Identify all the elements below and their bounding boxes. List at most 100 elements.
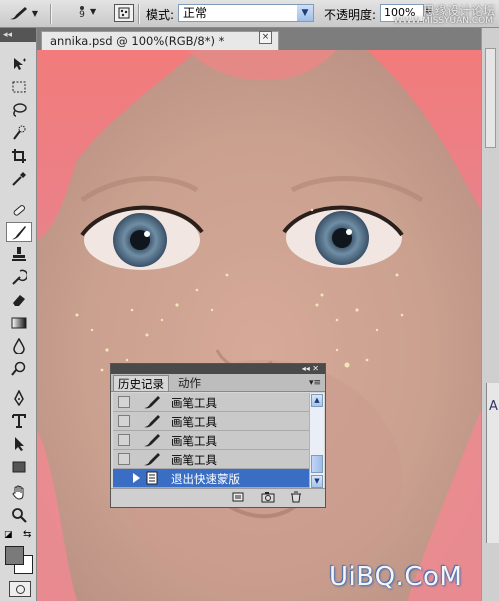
history-source-checkbox[interactable] (118, 396, 130, 408)
stamp-icon (12, 247, 26, 261)
foreground-color-swatch[interactable] (5, 546, 24, 565)
type-tool[interactable] (6, 411, 32, 431)
brush-icon (144, 434, 160, 447)
type-t-icon (12, 414, 26, 428)
gradient-tool[interactable] (6, 313, 32, 333)
lasso-icon (13, 103, 27, 117)
hand-tool[interactable] (6, 482, 32, 502)
clone-stamp-tool[interactable] (6, 244, 32, 264)
document-title: annika.psd @ 100%(RGB/8*) * (50, 34, 225, 48)
eraser-tool[interactable] (6, 290, 32, 310)
history-list: 画笔工具 画笔工具 画笔工具 画笔工具 退出快速蒙版 (113, 393, 309, 489)
history-brush-tool[interactable] (6, 267, 32, 287)
lasso-tool[interactable] (6, 100, 32, 120)
separator (50, 4, 52, 24)
chevron-down-icon: ▼ (297, 5, 313, 21)
toolbox-grip[interactable]: ◂◂ (0, 28, 36, 42)
opacity-label: 不透明度: (324, 8, 377, 22)
history-panel-titlebar[interactable]: ◂◂ ✕ (111, 364, 325, 374)
toolbox: ◂◂ ◪ ⇆ (0, 28, 37, 601)
document-tab[interactable]: annika.psd @ 100%(RGB/8*) * (41, 31, 279, 50)
separator (138, 4, 140, 24)
quick-selection-tool[interactable] (6, 123, 32, 143)
tab-actions[interactable]: 动作 (174, 375, 205, 391)
watermark-top-url: WWW.MISSYUAN.COM (393, 16, 493, 26)
bandage-icon (13, 205, 26, 216)
brush-icon (12, 226, 26, 240)
document-canvas[interactable]: UiBQ.CoM (37, 50, 481, 601)
portrait-photo (37, 50, 481, 601)
crop-icon (12, 149, 26, 163)
eyedropper-tool[interactable] (6, 169, 32, 189)
dodge-tool[interactable] (6, 359, 32, 379)
quick-mask-icon (146, 471, 158, 485)
panel-menu-icon[interactable]: ▾≡ (309, 378, 321, 388)
history-state-selected[interactable]: 退出快速蒙版 (113, 469, 309, 488)
move-tool[interactable] (6, 54, 32, 74)
quick-selection-icon (13, 125, 26, 140)
pen-tool[interactable] (6, 388, 32, 408)
history-state-label: 画笔工具 (171, 396, 217, 410)
dodge-icon (11, 361, 26, 376)
brush-tool[interactable] (6, 222, 32, 242)
blend-mode-select[interactable]: 正常 ▼ (178, 4, 314, 22)
move-icon (14, 58, 26, 70)
camera-snapshot-icon[interactable] (261, 491, 275, 503)
mode-label: 模式: (146, 8, 175, 22)
history-state-label: 画笔工具 (171, 453, 217, 467)
history-source-checkbox[interactable] (118, 434, 130, 446)
history-source-checkbox[interactable] (118, 453, 130, 465)
history-state[interactable]: 画笔工具 (113, 412, 309, 431)
brush-icon (144, 415, 160, 428)
tab-history[interactable]: 历史记录 (113, 375, 169, 391)
scroll-up-icon[interactable]: ▲ (311, 394, 323, 407)
default-colors-icon[interactable]: ◪ (4, 530, 13, 540)
shape-tool[interactable] (6, 457, 32, 477)
eraser-icon (13, 295, 25, 306)
history-pointer-icon (133, 473, 140, 483)
tool-preset-picker[interactable]: ▼ (4, 3, 42, 23)
history-state[interactable]: 画笔工具 (113, 450, 309, 469)
history-state[interactable]: 画笔工具 (113, 431, 309, 450)
brush-picker[interactable]: 9 ▼ (62, 3, 102, 23)
toggle-brush-panel-button[interactable] (114, 4, 134, 22)
options-bar: ▼ 9 ▼ 模式: 正常 ▼ 不透明度: 100% ▶ 思缘设计论坛 WWW.M… (0, 0, 499, 28)
chevron-down-icon: ▼ (31, 8, 39, 18)
document-tab-bar: annika.psd @ 100%(RGB/8*) * × (37, 28, 499, 50)
watermark-bottom: UiBQ.CoM (329, 562, 463, 592)
scroll-down-icon[interactable]: ▼ (311, 475, 323, 488)
zoom-tool[interactable] (6, 505, 32, 525)
collapse-close-icon[interactable]: ◂◂ ✕ (302, 364, 319, 374)
collapsed-side-panel[interactable]: A (486, 383, 499, 543)
quick-mask-icon (15, 585, 25, 594)
healing-brush-tool[interactable] (6, 200, 32, 220)
blur-tool[interactable] (6, 336, 32, 356)
scrollbar-thumb[interactable] (311, 455, 323, 473)
history-scrollbar[interactable]: ▲ ▼ (309, 393, 324, 489)
close-icon[interactable]: × (259, 31, 272, 44)
trash-icon[interactable] (289, 491, 303, 503)
history-source-checkbox[interactable] (118, 472, 130, 484)
new-document-from-state-icon[interactable] (231, 491, 245, 503)
scrollbar-thumb[interactable] (485, 48, 496, 148)
brush-icon (144, 396, 160, 409)
pen-icon (14, 390, 24, 406)
history-panel-tabs: 历史记录 动作 ▾≡ (111, 374, 325, 392)
brush-icon (9, 7, 27, 20)
brush-icon (144, 453, 160, 466)
path-selection-tool[interactable] (6, 434, 32, 454)
chevron-down-icon: ▼ (90, 7, 97, 16)
history-source-checkbox[interactable] (118, 415, 130, 427)
history-panel-footer (111, 488, 325, 507)
marquee-icon (12, 81, 26, 93)
magnifier-icon (12, 508, 27, 523)
quick-mask-button[interactable] (9, 581, 31, 597)
history-state[interactable]: 画笔工具 (113, 393, 309, 412)
crop-tool[interactable] (6, 146, 32, 166)
marquee-tool[interactable] (6, 77, 32, 97)
history-brush-icon (12, 269, 27, 285)
eyedropper-icon (12, 172, 26, 186)
history-state-label: 退出快速蒙版 (171, 472, 240, 486)
swap-colors-icon[interactable]: ⇆ (23, 529, 31, 540)
history-panel: ◂◂ ✕ 历史记录 动作 ▾≡ 画笔工具 画笔工具 画笔工具 画笔工具 退出快速… (110, 363, 326, 508)
